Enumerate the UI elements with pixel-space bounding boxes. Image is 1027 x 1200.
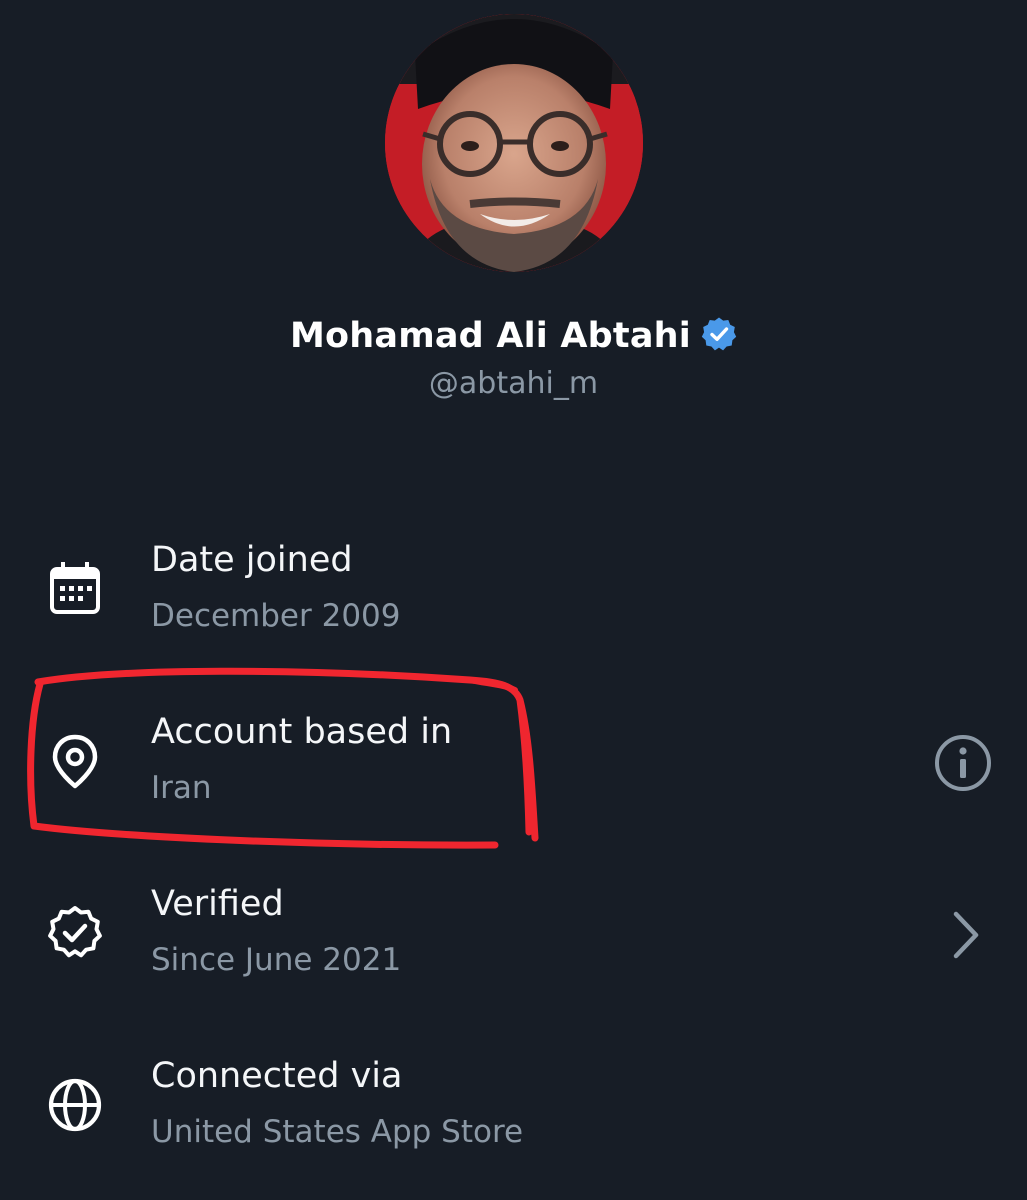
row-title: Account based in [151,712,453,752]
row-value: Since June 2021 [151,942,402,978]
account-info-screen: Mohamad Ali Abtahi @abtahi_m Date joined… [0,0,1027,1200]
chevron-right-icon[interactable] [934,904,996,966]
avatar-image [385,14,643,272]
verified-badge-icon [701,316,737,352]
globe-icon [48,1078,102,1132]
row-account-based-in: Account based in Iran [0,702,1027,832]
row-verified[interactable]: Verified Since June 2021 [0,874,1027,1004]
row-value: Iran [151,770,212,806]
row-date-joined: Date joined December 2009 [0,530,1027,660]
row-connected-via: Connected via United States App Store [0,1046,1027,1176]
profile-handle: @abtahi_m [428,366,599,401]
calendar-icon [50,562,100,614]
row-title: Date joined [151,540,353,580]
location-pin-icon [52,734,98,789]
row-title: Verified [151,884,284,924]
row-value: United States App Store [151,1114,524,1150]
profile-name-row: Mohamad Ali Abtahi [0,316,1027,356]
profile-avatar[interactable] [385,14,643,272]
row-value: December 2009 [151,598,401,634]
display-name: Mohamad Ali Abtahi [289,316,691,356]
row-title: Connected via [151,1056,403,1096]
info-icon[interactable] [932,732,994,794]
verified-check-icon [48,906,102,958]
